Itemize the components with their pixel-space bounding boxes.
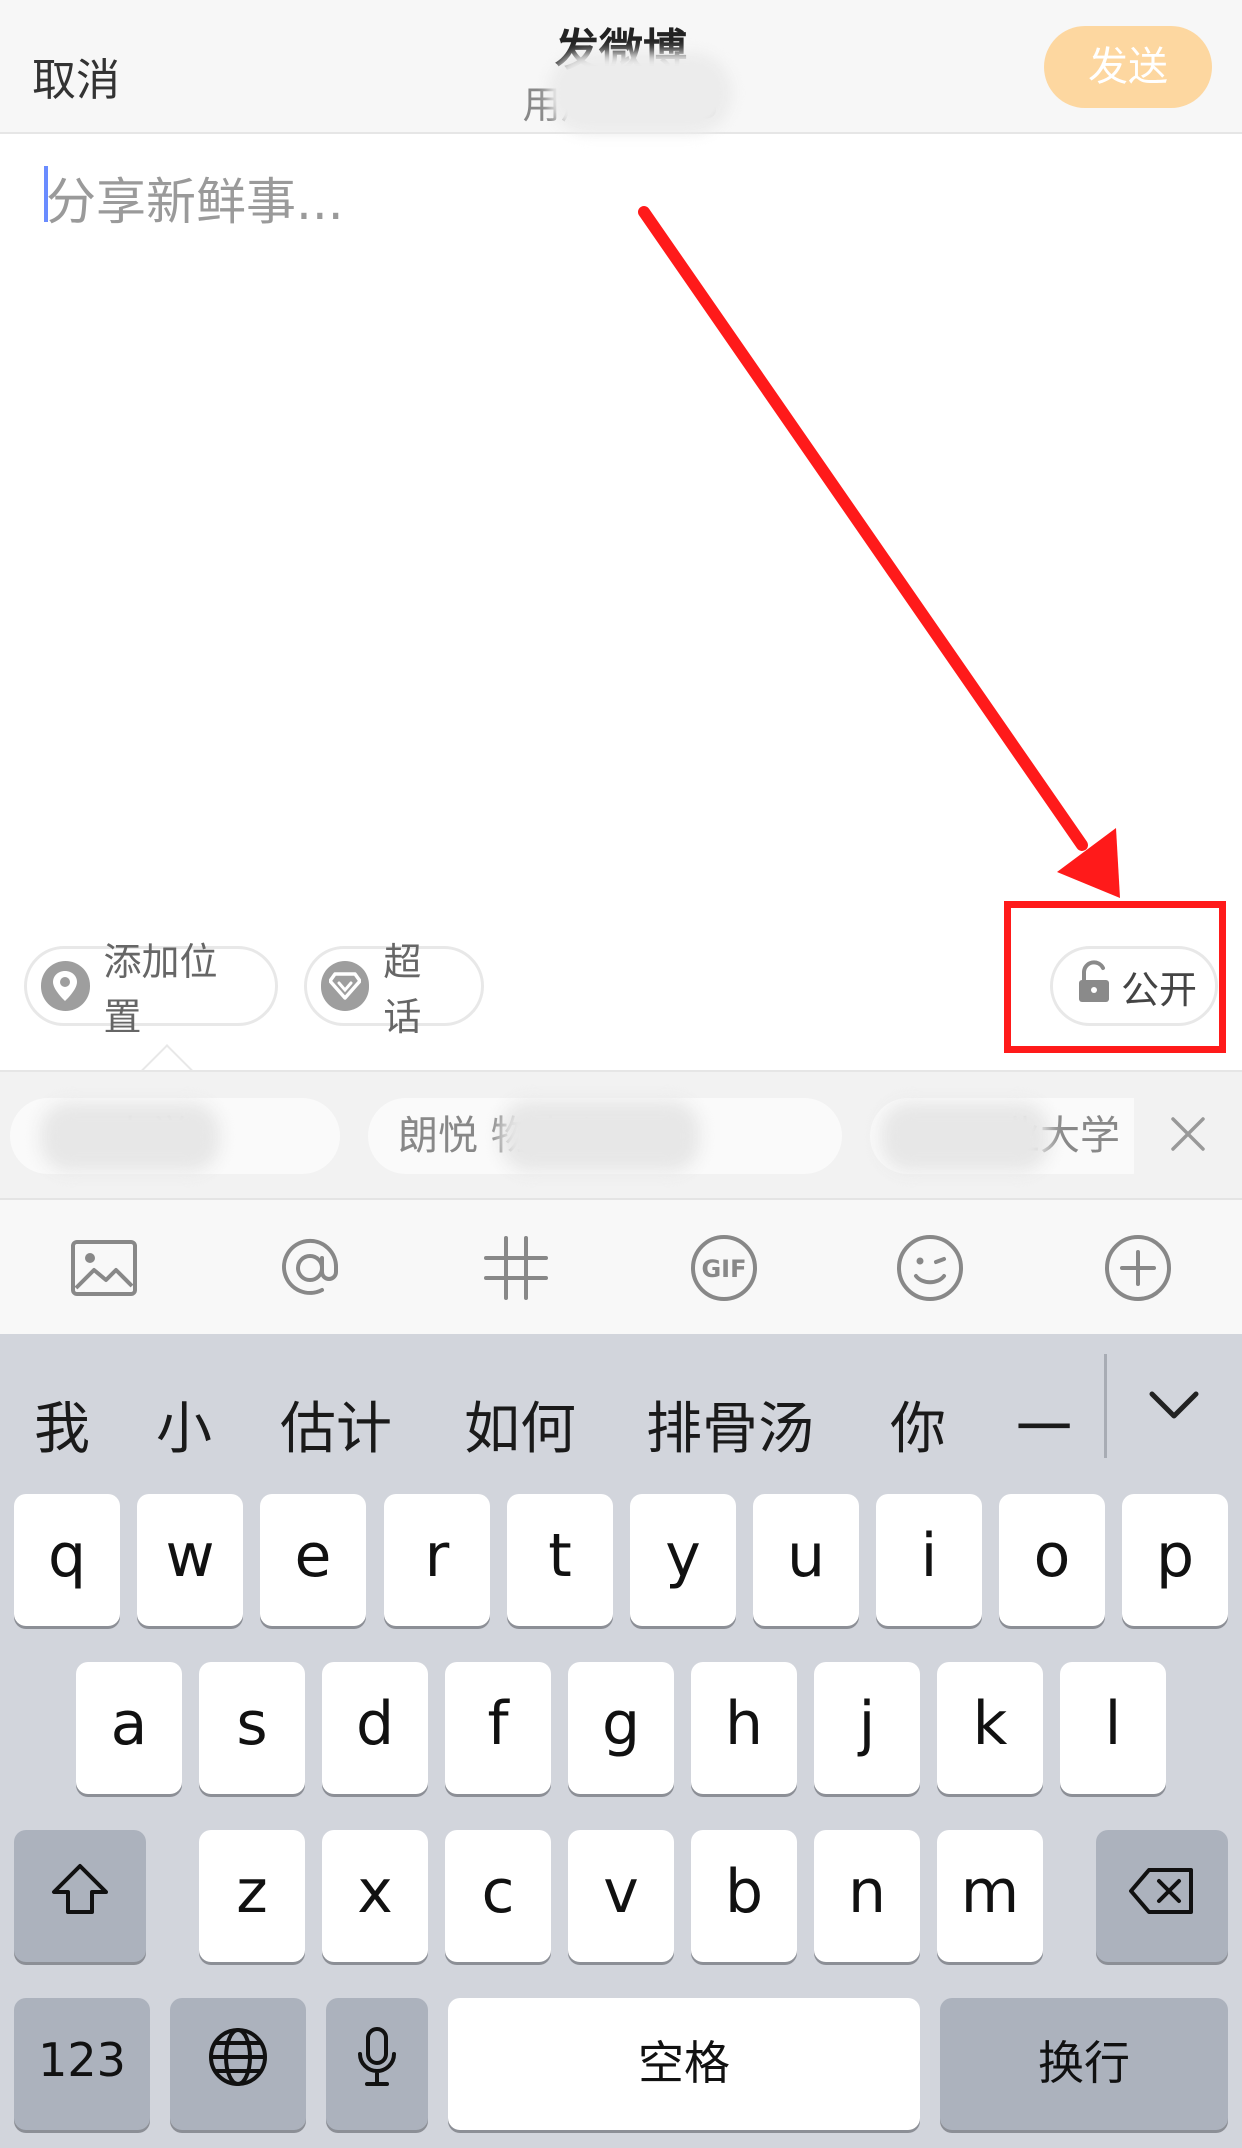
- dictation-key[interactable]: [326, 1998, 428, 2130]
- candidate-word[interactable]: 我: [34, 1384, 90, 1465]
- close-icon: [1169, 1115, 1207, 1157]
- candidate-word[interactable]: 排骨汤: [646, 1384, 814, 1465]
- redaction-blur: [500, 1100, 700, 1172]
- redaction-blur: [880, 1102, 1050, 1172]
- candidate-word[interactable]: 你: [890, 1384, 946, 1465]
- microphone-icon: [355, 2026, 399, 2103]
- post-text-input[interactable]: [0, 134, 1242, 924]
- add-location-label: 添加位置: [103, 940, 218, 1039]
- key-q[interactable]: q: [14, 1494, 120, 1626]
- at-icon[interactable]: [274, 1232, 346, 1304]
- key-s[interactable]: s: [199, 1662, 305, 1794]
- location-pin-icon: [41, 961, 90, 1011]
- key-l[interactable]: l: [1060, 1662, 1166, 1794]
- key-x[interactable]: x: [322, 1830, 428, 1962]
- candidate-word[interactable]: 小: [156, 1384, 212, 1465]
- compose-toolbar: GIF: [0, 1198, 1242, 1336]
- shift-key[interactable]: [14, 1830, 146, 1962]
- key-m[interactable]: m: [937, 1830, 1043, 1962]
- add-location-button[interactable]: 添加位置: [24, 940, 278, 1039]
- gif-icon[interactable]: GIF: [688, 1232, 760, 1304]
- numbers-key[interactable]: 123: [14, 1998, 150, 2130]
- candidate-word[interactable]: 一: [1016, 1384, 1072, 1465]
- keyboard: 我 小 估计 如何 排骨汤 你 一 q w e r t y u i o p a …: [0, 1334, 1242, 2148]
- candidate-word[interactable]: 如何: [464, 1384, 576, 1465]
- key-e[interactable]: e: [260, 1494, 366, 1626]
- key-c[interactable]: c: [445, 1830, 551, 1962]
- diamond-icon: [321, 961, 370, 1011]
- shift-icon: [50, 1861, 110, 1931]
- location-suggestions-bar: 大学 朗悦 物中心 业大学: [0, 1070, 1242, 1200]
- key-k[interactable]: k: [937, 1662, 1043, 1794]
- hashtag-icon[interactable]: [480, 1232, 552, 1304]
- key-f[interactable]: f: [445, 1662, 551, 1794]
- navigation-bar: 取消 发微博 用户 6 365 发送: [0, 0, 1242, 134]
- backspace-icon: [1127, 1861, 1197, 1931]
- candidate-divider: [1104, 1354, 1107, 1458]
- return-key[interactable]: 换行: [940, 1998, 1228, 2130]
- redaction-blur: [40, 1102, 220, 1172]
- chevron-down-icon: [1148, 1391, 1200, 1428]
- send-button[interactable]: 发送: [1044, 26, 1212, 108]
- key-h[interactable]: h: [691, 1662, 797, 1794]
- close-suggestions-button[interactable]: [1134, 1072, 1242, 1200]
- key-d[interactable]: d: [322, 1662, 428, 1794]
- annotation-highlight-box: [1004, 901, 1226, 1053]
- space-key[interactable]: 空格: [448, 1998, 920, 2130]
- text-cursor: [44, 166, 48, 222]
- key-a[interactable]: a: [76, 1662, 182, 1794]
- key-j[interactable]: j: [814, 1662, 920, 1794]
- supertopic-label: 超话: [383, 940, 422, 1039]
- redaction-blur: [548, 52, 732, 134]
- key-n[interactable]: n: [814, 1830, 920, 1962]
- key-t[interactable]: t: [507, 1494, 613, 1626]
- key-o[interactable]: o: [999, 1494, 1105, 1626]
- image-icon[interactable]: [68, 1232, 140, 1304]
- expand-candidates-button[interactable]: [1148, 1388, 1200, 1428]
- key-z[interactable]: z: [199, 1830, 305, 1962]
- key-y[interactable]: y: [630, 1494, 736, 1626]
- key-p[interactable]: p: [1122, 1494, 1228, 1626]
- gif-icon-text: GIF: [701, 1255, 746, 1283]
- add-icon[interactable]: [1102, 1232, 1174, 1304]
- supertopic-button[interactable]: 超话: [304, 940, 484, 1039]
- key-u[interactable]: u: [753, 1494, 859, 1626]
- emoji-icon[interactable]: [894, 1232, 966, 1304]
- key-v[interactable]: v: [568, 1830, 674, 1962]
- key-b[interactable]: b: [691, 1830, 797, 1962]
- globe-icon: [207, 2026, 269, 2103]
- key-w[interactable]: w: [137, 1494, 243, 1626]
- backspace-key[interactable]: [1096, 1830, 1228, 1962]
- key-i[interactable]: i: [876, 1494, 982, 1626]
- language-key[interactable]: [170, 1998, 306, 2130]
- candidate-word[interactable]: 估计: [280, 1384, 392, 1465]
- key-r[interactable]: r: [384, 1494, 490, 1626]
- key-g[interactable]: g: [568, 1662, 674, 1794]
